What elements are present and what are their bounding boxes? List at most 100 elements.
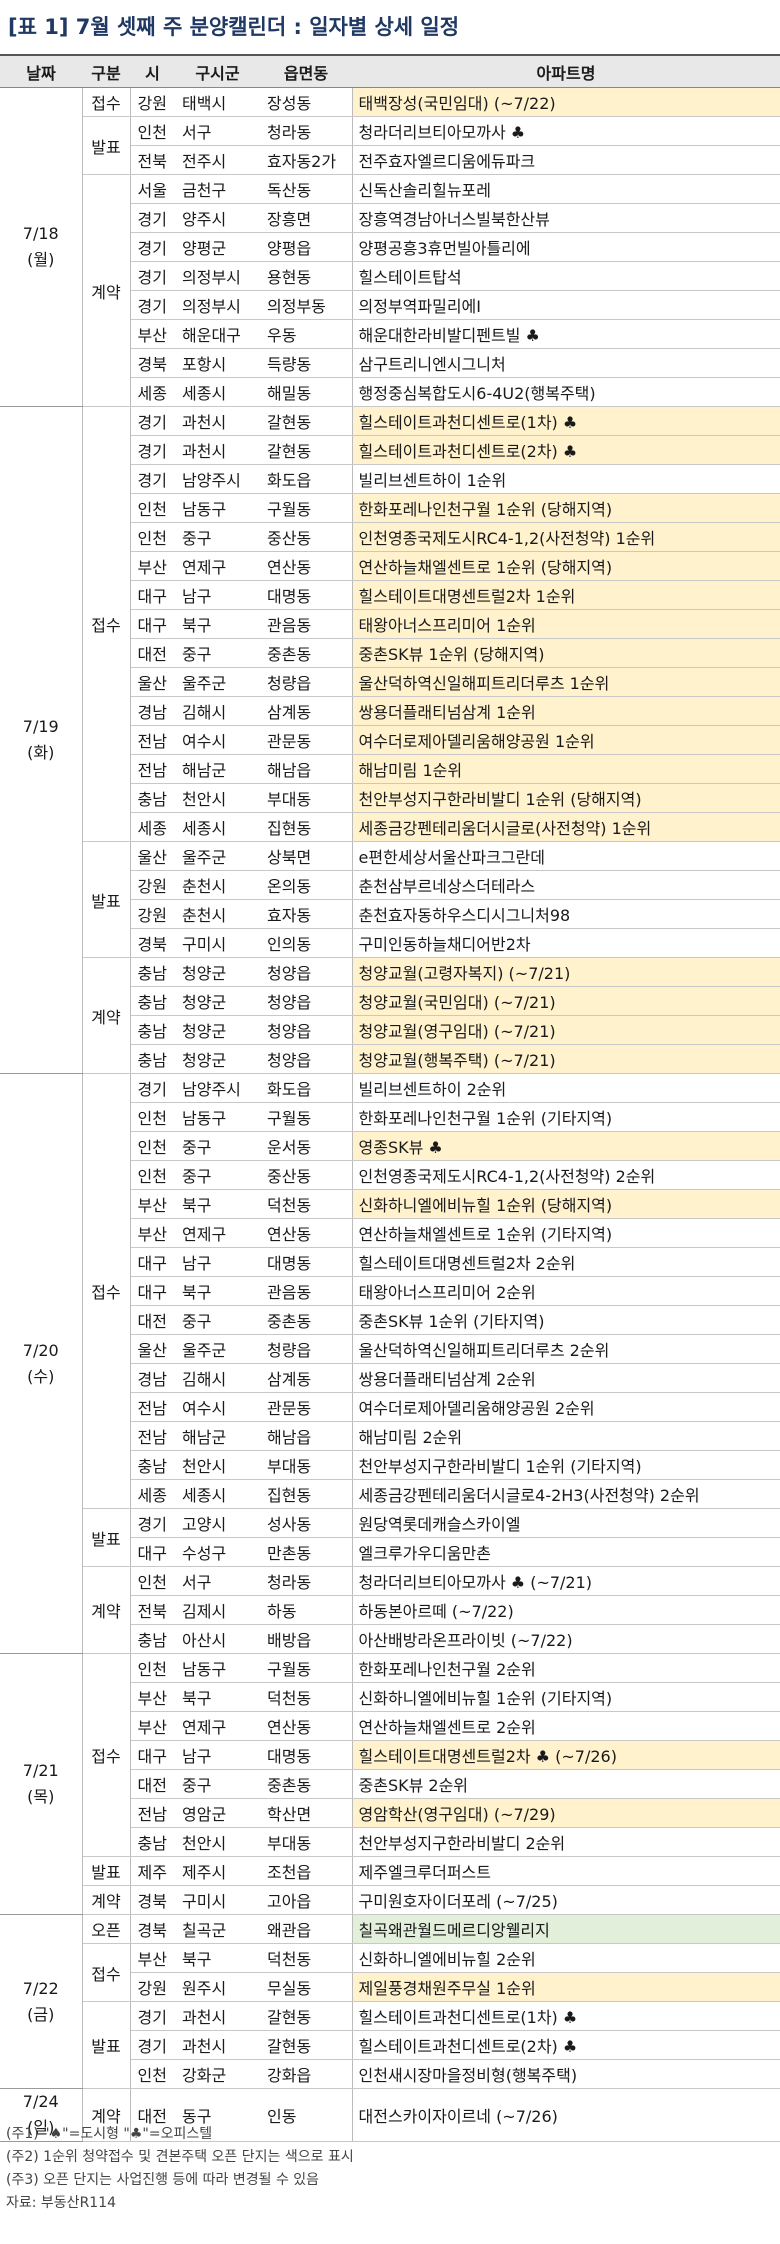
town-cell: 부대동 bbox=[260, 1450, 352, 1480]
province-cell: 충남 bbox=[130, 1015, 175, 1045]
apartment-cell: 제일풍경채원주무실 1순위 bbox=[351, 1972, 780, 2002]
type-cell: 발표 bbox=[82, 2001, 131, 2089]
date-label: 7/18 bbox=[22, 224, 59, 243]
province-cell: 전남 bbox=[130, 1421, 175, 1451]
town-cell: 관문동 bbox=[260, 725, 352, 755]
district-cell: 칠곡군 bbox=[175, 1914, 260, 1944]
apartment-cell: 힐스테이트탑석 bbox=[351, 261, 780, 291]
district-cell: 세종시 bbox=[175, 377, 260, 407]
town-cell: 부대동 bbox=[260, 783, 352, 813]
town-cell: 해밀동 bbox=[260, 377, 352, 407]
type-cell: 발표 bbox=[82, 841, 131, 958]
district-cell: 양평군 bbox=[175, 232, 260, 262]
footnote-1: (주1) "♠"=도시형 "♣"=오피스텔 bbox=[6, 2126, 213, 2142]
apartment-cell: 청양교월(영구임대) (~7/21) bbox=[351, 1015, 780, 1045]
province-cell: 전남 bbox=[130, 725, 175, 755]
table-body: 7/18 (월) 접수 강원 태백시 장성동 태백장성(국민임대) (~7/22) 발표 인천 서… bbox=[0, 87, 780, 2142]
apartment-cell: 울산덕하역신일해피트리더루츠 2순위 bbox=[351, 1334, 780, 1364]
type-cell: 계약 bbox=[82, 1885, 131, 1915]
col-header-district: 구시군 bbox=[175, 54, 260, 88]
district-cell: 춘천시 bbox=[175, 870, 260, 900]
district-cell: 구미시 bbox=[175, 928, 260, 958]
town-cell: 효자동2가 bbox=[260, 145, 352, 175]
type-cell: 접수 bbox=[82, 406, 131, 842]
province-cell: 경기 bbox=[130, 1073, 175, 1103]
province-cell: 대구 bbox=[130, 1740, 175, 1770]
apartment-cell: 힐스테이트과천디센트로(2차) ♣ bbox=[351, 2030, 780, 2060]
col-header-town: 읍면동 bbox=[260, 54, 352, 88]
date-label: 7/22 bbox=[22, 1978, 59, 1998]
province-cell: 인천 bbox=[130, 116, 175, 146]
district-cell: 청양군 bbox=[175, 1015, 260, 1045]
town-cell: 양평읍 bbox=[260, 232, 352, 262]
district-cell: 천안시 bbox=[175, 1450, 260, 1480]
town-cell: 화도읍 bbox=[260, 1073, 352, 1103]
table-row: 계약 경북 구미시 고아읍 구미원호자이더포레 (~7/25) bbox=[0, 1885, 780, 1915]
district-cell: 고양시 bbox=[175, 1508, 260, 1538]
province-cell: 인천 bbox=[130, 1131, 175, 1161]
type-cell: 발표 bbox=[82, 1856, 131, 1886]
district-cell: 전주시 bbox=[175, 145, 260, 175]
apartment-cell: 아산배방라온프라이빗 (~7/22) bbox=[351, 1624, 780, 1654]
district-cell: 남양주시 bbox=[175, 464, 260, 494]
town-cell: 우동 bbox=[260, 319, 352, 349]
apartment-cell: 중촌SK뷰 2순위 bbox=[351, 1769, 780, 1799]
type-cell: 계약 bbox=[82, 1566, 131, 1654]
province-cell: 인천 bbox=[130, 1102, 175, 1132]
source-note: 자료: 부동산R114 bbox=[6, 2195, 117, 2211]
apartment-cell: 태왕아너스프리미어 2순위 bbox=[351, 1276, 780, 1306]
town-cell: 화도읍 bbox=[260, 464, 352, 494]
town-cell: 청양읍 bbox=[260, 986, 352, 1016]
date-label: 7/20 bbox=[22, 1340, 59, 1360]
apartment-cell: 태백장성(국민임대) (~7/22) bbox=[351, 87, 780, 117]
town-cell: 집현동 bbox=[260, 812, 352, 842]
town-cell: 부대동 bbox=[260, 1827, 352, 1857]
province-cell: 대구 bbox=[130, 1537, 175, 1567]
town-cell: 무실동 bbox=[260, 1972, 352, 2002]
town-cell: 의정부동 bbox=[260, 290, 352, 320]
apartment-cell: 천안부성지구한라비발디 1순위 (당해지역) bbox=[351, 783, 780, 813]
town-cell: 만촌동 bbox=[260, 1537, 352, 1567]
town-cell: 갈현동 bbox=[260, 2030, 352, 2060]
province-cell: 경기 bbox=[130, 261, 175, 291]
province-cell: 부산 bbox=[130, 1711, 175, 1741]
table-row: 계약 충남 청양군 청양읍 청양교월(고령자복지) (~7/21) bbox=[0, 957, 780, 1074]
province-cell: 충남 bbox=[130, 1044, 175, 1074]
district-cell: 북구 bbox=[175, 1943, 260, 1973]
town-cell: 청라동 bbox=[260, 116, 352, 146]
day-label: (월) bbox=[27, 250, 55, 269]
town-cell: 상북면 bbox=[260, 841, 352, 871]
district-cell: 청양군 bbox=[175, 986, 260, 1016]
province-cell: 부산 bbox=[130, 1218, 175, 1248]
apartment-cell: 중촌SK뷰 1순위 (당해지역) bbox=[351, 638, 780, 668]
town-cell: 중산동 bbox=[260, 1160, 352, 1190]
apartment-cell: 천안부성지구한라비발디 1순위 (기타지역) bbox=[351, 1450, 780, 1480]
town-cell: 갈현동 bbox=[260, 406, 352, 436]
town-cell: 삼계동 bbox=[260, 1363, 352, 1393]
province-cell: 인천 bbox=[130, 1160, 175, 1190]
town-cell: 학산면 bbox=[260, 1798, 352, 1828]
day-label: (화) bbox=[27, 743, 55, 762]
province-cell: 인천 bbox=[130, 522, 175, 552]
apartment-cell: 힐스테이트대명센트럴2차 ♣ (~7/26) bbox=[351, 1740, 780, 1770]
town-cell: 운서동 bbox=[260, 1131, 352, 1161]
district-cell: 태백시 bbox=[175, 87, 260, 117]
town-cell: 청라동 bbox=[260, 1566, 352, 1596]
town-cell: 강화읍 bbox=[260, 2059, 352, 2089]
province-cell: 전북 bbox=[130, 145, 175, 175]
apartment-cell: 인천영종국제도시RC4-1,2(사전청약) 1순위 bbox=[351, 522, 780, 552]
district-cell: 구미시 bbox=[175, 1885, 260, 1915]
apartment-cell: 청라더리브티아모까사 ♣ bbox=[351, 116, 780, 146]
type-cell: 접수 bbox=[82, 1073, 131, 1509]
province-cell: 세종 bbox=[130, 1479, 175, 1509]
district-cell: 중구 bbox=[175, 1160, 260, 1190]
town-cell: 청량읍 bbox=[260, 1334, 352, 1364]
apartment-cell: 힐스테이트대명센트럴2차 2순위 bbox=[351, 1247, 780, 1277]
district-cell: 북구 bbox=[175, 1276, 260, 1306]
province-cell: 경기 bbox=[130, 464, 175, 494]
town-cell: 중촌동 bbox=[260, 1769, 352, 1799]
town-cell: 덕천동 bbox=[260, 1189, 352, 1219]
district-cell: 금천구 bbox=[175, 174, 260, 204]
table-row: 발표 울산 울주군 상북면 e편한세상서울산파크그란데 bbox=[0, 841, 780, 958]
province-cell: 경기 bbox=[130, 232, 175, 262]
